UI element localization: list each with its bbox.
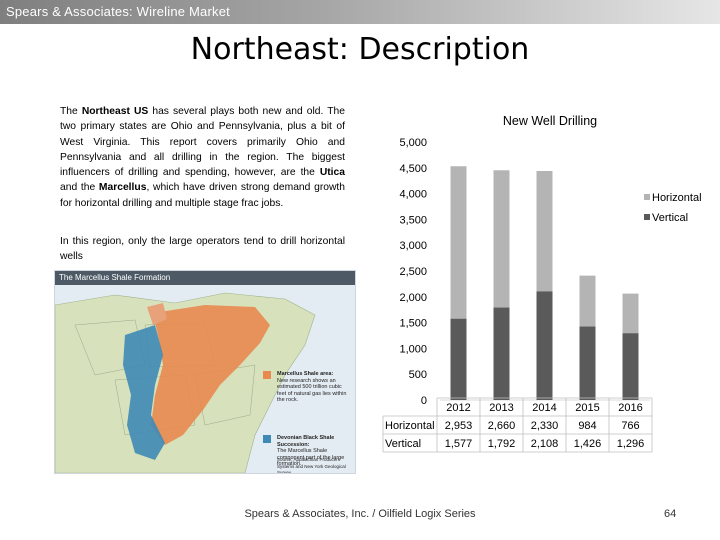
- table-header-2016: 2016: [618, 402, 642, 414]
- y-tick-label: 2,000: [399, 292, 427, 304]
- map-source: Source: Appalachian Producers Systems an…: [277, 457, 346, 474]
- table-cell: 1,426: [574, 438, 602, 450]
- table-cell: 1,296: [617, 438, 645, 450]
- bar-horizontal-2015: [579, 275, 596, 327]
- y-tick-label: 5,000: [399, 137, 427, 149]
- map-legend-marcellus-title: Marcellus Shale area:: [277, 371, 334, 377]
- y-tick-label: 1,500: [399, 318, 427, 330]
- desc-bold-utica: Utica: [319, 167, 345, 179]
- table-header-2013: 2013: [489, 402, 513, 414]
- bar-vertical-2016: [622, 333, 639, 400]
- description-paragraph: The Northeast US has several plays both …: [60, 104, 345, 211]
- header-bar: Spears & Associates: Wireline Market: [0, 0, 720, 24]
- table-cell: 2,660: [488, 420, 516, 432]
- table-cell: 2,108: [531, 438, 559, 450]
- table-row-label-horizontal: Horizontal: [385, 420, 435, 432]
- table-cell: 984: [578, 420, 596, 432]
- bar-vertical-2012: [450, 318, 467, 400]
- legend-swatch-horizontal: [644, 194, 650, 200]
- footer-text: Spears & Associates, Inc. / Oilfield Log…: [244, 508, 476, 520]
- table-cell: 1,577: [445, 438, 473, 450]
- y-tick-label: 3,500: [399, 214, 427, 226]
- y-tick-label: 0: [421, 395, 427, 407]
- marcellus-map: The Marcellus Shale Formation Marcellus …: [54, 270, 356, 474]
- y-tick-label: 4,500: [399, 163, 427, 175]
- page-number: 64: [664, 508, 677, 520]
- table-header-2015: 2015: [575, 402, 599, 414]
- legend-swatch-vertical: [644, 214, 650, 220]
- table-row-label-vertical: Vertical: [385, 438, 421, 450]
- table-header-2014: 2014: [532, 402, 556, 414]
- bar-vertical-2015: [579, 326, 596, 400]
- bar-vertical-2014: [536, 291, 553, 400]
- legend-label-horizontal: Horizontal: [652, 192, 702, 204]
- header-title: Spears & Associates: Wireline Market: [6, 4, 230, 19]
- map-legend-marcellus-text: New research shows an estimated 500 tril…: [277, 377, 347, 404]
- y-tick-label: 1,000: [399, 343, 427, 355]
- legend-label-vertical: Vertical: [652, 212, 688, 224]
- desc-text: The: [60, 106, 82, 117]
- map-title: The Marcellus Shale Formation: [55, 271, 355, 285]
- table-cell: 2,330: [531, 420, 559, 432]
- y-tick-label: 3,000: [399, 240, 427, 252]
- y-tick-label: 4,000: [399, 189, 427, 201]
- desc-bold-marcellus: Marcellus: [98, 182, 147, 194]
- table-cell: 766: [621, 420, 639, 432]
- map-legend-devonian-title: Devonian Black Shale Succession:: [277, 435, 335, 448]
- chart-title: New Well Drilling: [502, 114, 598, 128]
- bar-horizontal-2012: [450, 166, 467, 319]
- bar-vertical-2013: [493, 307, 510, 400]
- table-header-2012: 2012: [446, 402, 470, 414]
- bar-horizontal-2013: [493, 170, 510, 308]
- bar-horizontal-2014: [536, 170, 553, 292]
- map-legend-marcellus: Marcellus Shale area: New research shows…: [277, 371, 349, 404]
- table-cell: 1,792: [488, 438, 516, 450]
- slide-title: Northeast: Description: [190, 32, 530, 67]
- desc-bold-northeast: Northeast US: [81, 106, 149, 117]
- desc-text: and the: [60, 182, 99, 194]
- y-tick-label: 2,500: [399, 266, 427, 278]
- table-cell: 2,953: [445, 420, 473, 432]
- y-tick-label: 500: [409, 369, 427, 381]
- bar-horizontal-2016: [622, 293, 639, 334]
- operators-paragraph: In this region, only the large operators…: [60, 236, 345, 263]
